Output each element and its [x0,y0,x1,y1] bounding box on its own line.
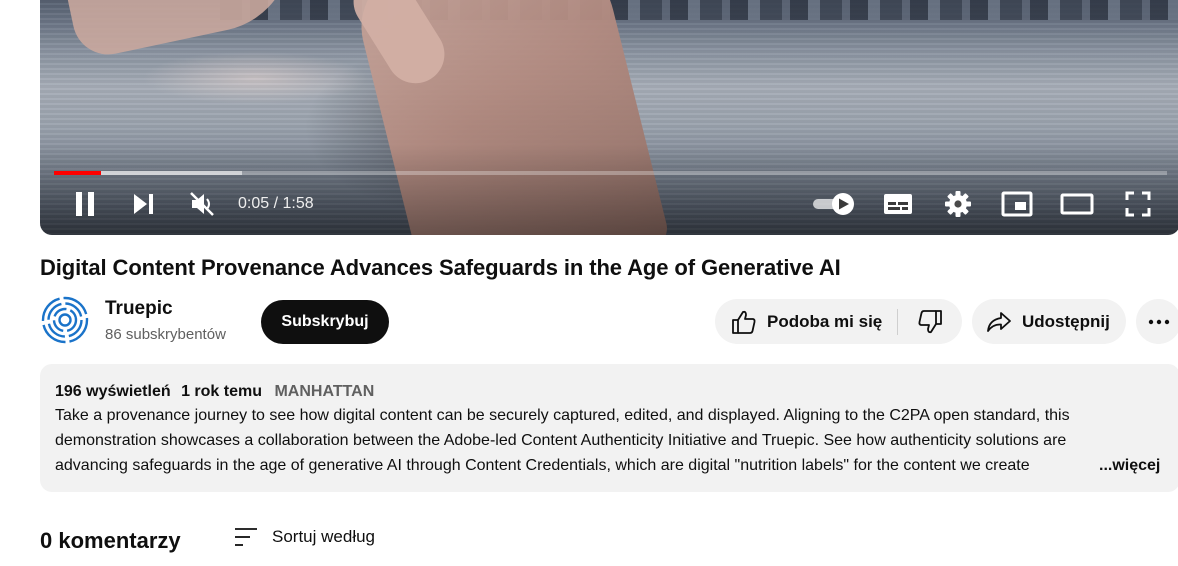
description-line-1: Take a provenance journey to see how dig… [55,407,1070,424]
description-meta: 196 wyświetleń 1 rok temu MANHATTAN [55,382,380,402]
share-arrow-icon [987,311,1011,332]
time-display: 0:05 / 1:58 [238,195,314,213]
subscriber-count: 86 subskrybentów [105,326,226,343]
more-actions-button[interactable] [1136,299,1178,344]
subtitles-icon [884,194,912,214]
subscribe-button[interactable]: Subskrybuj [261,300,389,344]
time-separator: / [269,195,283,212]
sort-lines-icon [235,528,257,546]
thumbs-down-icon [918,309,942,333]
truepic-logo-icon [41,296,89,344]
thumbs-up-icon [732,310,756,334]
dislike-button[interactable] [898,299,962,344]
like-button[interactable]: Podoba mi się [715,299,897,344]
autoplay-toggle-icon [813,193,854,215]
fullscreen-icon [1125,191,1151,217]
autoplay-toggle[interactable] [811,189,859,219]
gear-icon [945,191,971,217]
more-horizontal-icon [1148,319,1169,324]
share-button[interactable]: Udostępnij [972,299,1126,344]
view-count: 196 wyświetleń [55,383,171,400]
pause-icon [76,192,94,216]
subtitles-button[interactable] [881,189,915,219]
next-icon [134,194,153,214]
miniplayer-button[interactable] [1000,189,1034,219]
sort-label: Sortuj według [272,527,376,546]
next-button[interactable] [128,189,158,219]
progress-played [54,171,101,175]
mute-button[interactable] [185,189,219,219]
share-label: Udostępnij [1022,311,1110,331]
description-line-2: demonstration showcases a collaboration … [55,432,1067,449]
channel-name[interactable]: Truepic [105,298,173,320]
theater-mode-icon [1060,193,1094,215]
theater-mode-button[interactable] [1060,189,1094,219]
volume-muted-icon [190,192,214,216]
upload-date: 1 rok temu [181,383,262,400]
current-time: 0:05 [238,195,270,212]
sort-button[interactable]: Sortuj według [233,524,375,550]
comments-count: 0 komentarzy [40,528,181,553]
description-line-3-container: advancing safeguards in the age of gener… [55,456,1100,478]
duration: 1:58 [282,195,314,212]
fullscreen-button[interactable] [1122,189,1154,219]
location-link[interactable]: MANHATTAN [274,383,374,400]
pause-button[interactable] [70,189,100,219]
description-fade [1050,456,1100,478]
like-dislike-group: Podoba mi się [715,299,962,344]
channel-avatar[interactable] [41,296,89,344]
video-player[interactable]: 0:05 / 1:58 [40,0,1178,235]
settings-button[interactable] [942,189,974,219]
show-more-link[interactable]: ...więcej [1099,456,1160,476]
progress-bar[interactable] [54,171,1167,175]
like-label: Podoba mi się [767,311,883,331]
video-title: Digital Content Provenance Advances Safe… [40,255,841,280]
description-line-3: advancing safeguards in the age of gener… [55,457,1030,474]
miniplayer-icon [1001,191,1033,217]
description-box[interactable]: 196 wyświetleń 1 rok temu MANHATTAN Take… [40,364,1178,492]
